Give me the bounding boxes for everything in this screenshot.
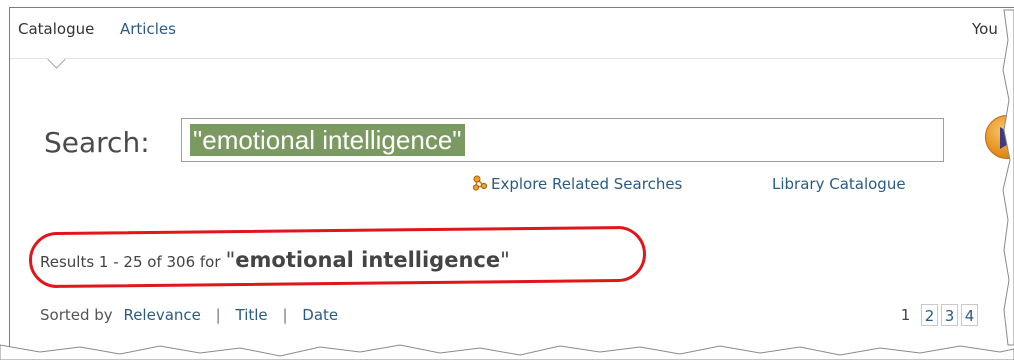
torn-paper-edge — [0, 9, 1014, 360]
